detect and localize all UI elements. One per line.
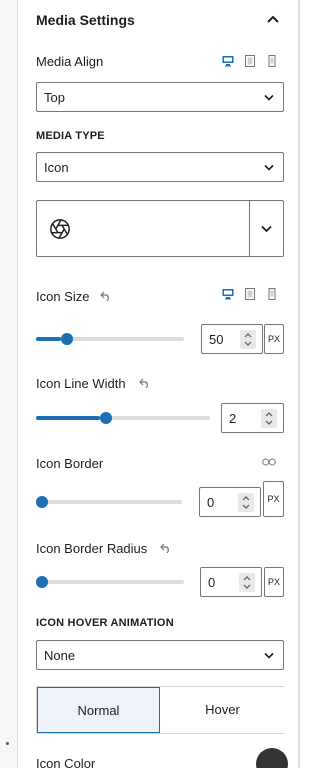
icon-size-label: Icon Size <box>36 289 90 304</box>
icon-color-label: Icon Color <box>36 756 96 768</box>
right-edge-border <box>298 0 300 768</box>
icon-border-radius-label: Icon Border Radius <box>36 541 148 556</box>
icon-hover-animation-label: ICON HOVER ANIMATION <box>36 617 174 629</box>
icon-border-slider[interactable] <box>36 500 182 504</box>
tablet-device-icon[interactable] <box>244 55 256 67</box>
chevron-down-icon <box>261 225 272 233</box>
icon-hover-animation-value: None <box>44 648 76 663</box>
state-tabs: Normal Hover <box>36 686 284 734</box>
edge-dot <box>6 742 9 745</box>
icon-line-width-label: Icon Line Width <box>36 376 126 391</box>
icon-border-radius-value: 0 <box>208 575 216 590</box>
media-align-select[interactable]: Top <box>36 82 284 112</box>
chevron-up-icon[interactable] <box>266 14 280 24</box>
stepper-icon[interactable] <box>239 573 255 592</box>
icon-color-swatch[interactable] <box>256 748 288 768</box>
slider-fill <box>36 416 101 420</box>
link-icon[interactable] <box>262 457 276 467</box>
section-title: Media Settings <box>36 12 135 28</box>
media-type-select[interactable]: Icon <box>36 152 284 182</box>
tab-hover[interactable]: Hover <box>161 687 284 733</box>
icon-line-width-input[interactable]: 2 <box>221 403 284 433</box>
left-edge-strip <box>0 0 18 768</box>
icon-border-label: Icon Border <box>36 456 104 471</box>
desktop-device-icon[interactable] <box>222 55 234 67</box>
icon-border-unit[interactable]: PX <box>263 481 284 517</box>
chevron-down-icon <box>264 164 274 171</box>
icon-line-width-slider-thumb[interactable] <box>100 412 113 424</box>
icon-border-radius-slider-thumb[interactable] <box>36 576 48 588</box>
chevron-down-icon <box>264 94 274 101</box>
icon-size-value: 50 <box>209 332 224 347</box>
reset-icon[interactable] <box>160 543 172 553</box>
icon-size-input[interactable]: 50 <box>201 324 263 354</box>
icon-size-slider[interactable] <box>36 337 184 341</box>
aperture-icon <box>50 219 70 239</box>
icon-border-radius-input[interactable]: 0 <box>200 567 262 597</box>
media-align-value: Top <box>44 90 65 105</box>
icon-border-radius-slider[interactable] <box>36 580 184 584</box>
reset-icon[interactable] <box>139 378 151 388</box>
chevron-down-icon <box>264 652 274 659</box>
icon-picker[interactable] <box>36 200 284 257</box>
icon-picker-dropdown-button[interactable] <box>250 201 283 256</box>
tablet-device-icon[interactable] <box>244 288 256 300</box>
stepper-icon[interactable] <box>238 493 254 512</box>
icon-border-value: 0 <box>207 495 215 510</box>
icon-border-radius-unit[interactable]: PX <box>264 567 284 597</box>
icon-size-slider-thumb[interactable] <box>61 333 74 345</box>
mobile-device-icon[interactable] <box>266 55 278 67</box>
tab-normal[interactable]: Normal <box>37 687 160 733</box>
stepper-icon[interactable] <box>261 409 277 428</box>
media-type-label: MEDIA TYPE <box>36 130 105 142</box>
icon-size-unit[interactable]: PX <box>264 324 284 354</box>
icon-border-input[interactable]: 0 <box>199 487 261 517</box>
desktop-device-icon[interactable] <box>222 288 234 300</box>
media-type-value: Icon <box>44 160 69 175</box>
icon-border-slider-thumb[interactable] <box>36 496 48 508</box>
mobile-device-icon[interactable] <box>266 288 278 300</box>
media-settings-panel: Media Settings Media Align Top MEDIA TYP… <box>18 0 298 768</box>
icon-line-width-value: 2 <box>229 411 237 426</box>
slider-fill <box>36 337 62 341</box>
media-align-label: Media Align <box>36 54 104 69</box>
icon-line-width-slider[interactable] <box>36 416 210 420</box>
reset-icon[interactable] <box>100 291 112 301</box>
icon-hover-animation-select[interactable]: None <box>36 640 284 670</box>
stepper-icon[interactable] <box>240 330 256 349</box>
